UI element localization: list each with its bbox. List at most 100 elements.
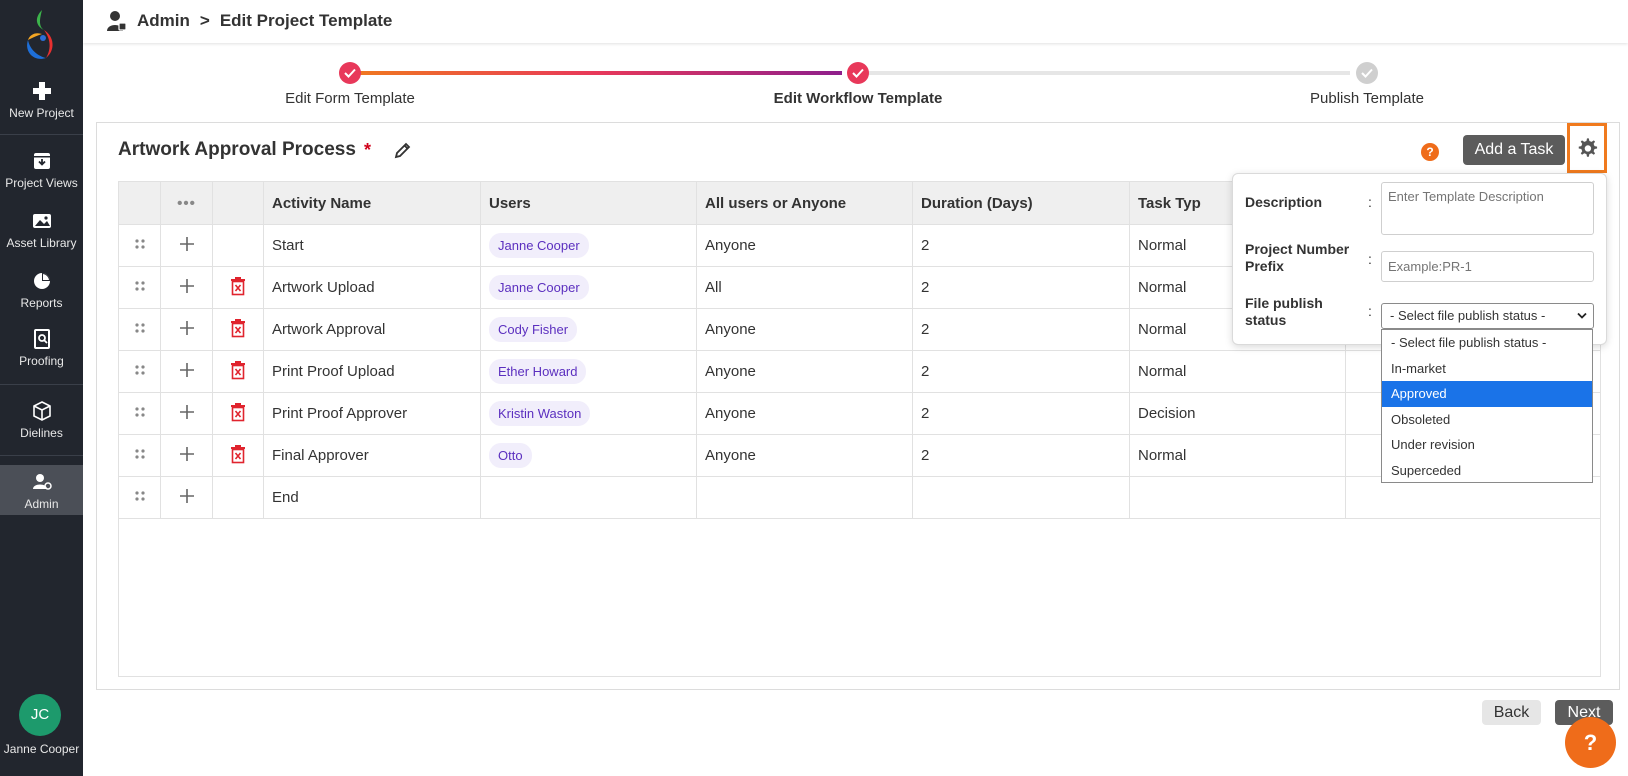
duration-cell[interactable]: 2	[912, 308, 1130, 351]
drag-handle-icon[interactable]	[134, 490, 146, 502]
step-label-form[interactable]: Edit Form Template	[285, 90, 415, 107]
delete-trash-icon[interactable]	[229, 276, 247, 296]
nav-project-views[interactable]: Project Views	[0, 150, 83, 190]
add-row-plus-icon[interactable]	[179, 446, 195, 462]
user-chip[interactable]: Cody Fisher	[489, 317, 578, 342]
settings-gear-button[interactable]	[1567, 123, 1607, 173]
mode-cell[interactable]: Anyone	[696, 224, 913, 267]
drag-handle-icon[interactable]	[134, 364, 146, 376]
activity-name-cell[interactable]: End	[263, 476, 481, 519]
drag-handle-icon[interactable]	[134, 322, 146, 334]
column-users[interactable]: Users	[480, 181, 697, 225]
breadcrumb-root[interactable]: Admin	[137, 11, 190, 31]
user-chip[interactable]: Otto	[489, 443, 532, 468]
step-pending-check-icon	[1356, 62, 1378, 84]
edit-pencil-icon[interactable]	[393, 140, 413, 160]
step-line-done	[350, 71, 842, 75]
step-label-workflow[interactable]: Edit Workflow Template	[774, 90, 943, 107]
assignment-mode: All	[705, 279, 722, 296]
nav-proofing[interactable]: Proofing	[0, 328, 83, 368]
duration-cell[interactable]	[912, 476, 1130, 519]
nav-admin[interactable]: Admin	[0, 465, 83, 515]
activity-name-cell[interactable]: Final Approver	[263, 434, 481, 477]
mode-cell[interactable]: Anyone	[696, 392, 913, 435]
column-all-or-anyone[interactable]: All users or Anyone	[696, 181, 913, 225]
delete-column-header	[212, 181, 264, 225]
duration-cell[interactable]: 2	[912, 350, 1130, 393]
back-button[interactable]: Back	[1482, 700, 1541, 725]
user-chip[interactable]: Ether Howard	[489, 359, 587, 384]
column-duration[interactable]: Duration (Days)	[912, 181, 1130, 225]
add-row-plus-icon[interactable]	[179, 320, 195, 336]
delete-trash-icon[interactable]	[229, 360, 247, 380]
mode-cell[interactable]	[696, 476, 913, 519]
publish-status-option[interactable]: - Select file publish status -	[1382, 330, 1592, 356]
publish-status-select[interactable]: - Select file publish status -	[1381, 303, 1594, 329]
project-prefix-input[interactable]	[1381, 251, 1594, 282]
add-row-plus-icon[interactable]	[179, 404, 195, 420]
drag-cell	[118, 476, 161, 519]
help-fab-button[interactable]: ?	[1565, 717, 1616, 768]
nav-reports[interactable]: Reports	[0, 270, 83, 310]
colon: :	[1368, 194, 1372, 210]
user-chip[interactable]: Janne Cooper	[489, 233, 589, 258]
user-chip[interactable]: Janne Cooper	[489, 275, 589, 300]
add-row-plus-icon[interactable]	[179, 362, 195, 378]
duration-value: 2	[921, 279, 930, 296]
duration-cell[interactable]: 2	[912, 434, 1130, 477]
duration-cell[interactable]: 2	[912, 266, 1130, 309]
nav-asset-library[interactable]: Asset Library	[0, 210, 83, 250]
publish-status-option[interactable]: In-market	[1382, 356, 1592, 382]
nav-new-project[interactable]: New Project	[0, 80, 83, 120]
users-cell[interactable]: Otto	[480, 434, 697, 477]
activity-name-cell[interactable]: Start	[263, 224, 481, 267]
users-cell[interactable]: Cody Fisher	[480, 308, 697, 351]
publish-status-option[interactable]: Obsoleted	[1382, 407, 1592, 433]
duration-cell[interactable]: 2	[912, 392, 1130, 435]
publish-status-option[interactable]: Superceded	[1382, 458, 1592, 484]
users-cell[interactable]	[480, 476, 697, 519]
activity-name-cell[interactable]: Print Proof Approver	[263, 392, 481, 435]
publish-status-option[interactable]: Under revision	[1382, 432, 1592, 458]
users-cell[interactable]: Janne Cooper	[480, 224, 697, 267]
step-label-publish[interactable]: Publish Template	[1310, 90, 1424, 107]
task-type-cell[interactable]	[1129, 476, 1346, 519]
column-activity-name[interactable]: Activity Name	[263, 181, 481, 225]
drag-handle-icon[interactable]	[134, 238, 146, 250]
delete-trash-icon[interactable]	[229, 402, 247, 422]
add-task-button[interactable]: Add a Task	[1463, 135, 1565, 165]
help-question-icon[interactable]: ?	[1421, 143, 1439, 161]
drag-handle-icon[interactable]	[134, 448, 146, 460]
drag-handle-icon[interactable]	[134, 406, 146, 418]
add-row-plus-icon[interactable]	[179, 236, 195, 252]
add-row-plus-icon[interactable]	[179, 488, 195, 504]
mode-cell[interactable]: Anyone	[696, 308, 913, 351]
delete-trash-icon[interactable]	[229, 318, 247, 338]
avatar[interactable]: JC	[19, 694, 61, 736]
description-input[interactable]	[1381, 182, 1594, 235]
users-cell[interactable]: Ether Howard	[480, 350, 697, 393]
activity-name-cell[interactable]: Artwork Upload	[263, 266, 481, 309]
publish-status-option[interactable]: Approved	[1382, 381, 1592, 407]
nav-label: Asset Library	[6, 236, 77, 250]
activity-name-cell[interactable]: Artwork Approval	[263, 308, 481, 351]
users-cell[interactable]: Janne Cooper	[480, 266, 697, 309]
drag-handle-icon[interactable]	[134, 280, 146, 292]
nav-dielines[interactable]: Dielines	[0, 400, 83, 440]
task-type-cell[interactable]: Normal	[1129, 350, 1346, 393]
more-options-icon[interactable]: •••	[160, 181, 213, 225]
app-logo-icon[interactable]	[20, 8, 62, 62]
activity-name-cell[interactable]: Print Proof Upload	[263, 350, 481, 393]
duration-cell[interactable]: 2	[912, 224, 1130, 267]
users-cell[interactable]: Kristin Waston	[480, 392, 697, 435]
user-chip[interactable]: Kristin Waston	[489, 401, 591, 426]
add-cell	[160, 434, 213, 477]
task-type-cell[interactable]: Decision	[1129, 392, 1346, 435]
table-row: Final Approver Otto Anyone 2 Normal	[118, 434, 1601, 477]
mode-cell[interactable]: Anyone	[696, 434, 913, 477]
task-type-cell[interactable]: Normal	[1129, 434, 1346, 477]
delete-trash-icon[interactable]	[229, 444, 247, 464]
add-row-plus-icon[interactable]	[179, 278, 195, 294]
mode-cell[interactable]: All	[696, 266, 913, 309]
mode-cell[interactable]: Anyone	[696, 350, 913, 393]
